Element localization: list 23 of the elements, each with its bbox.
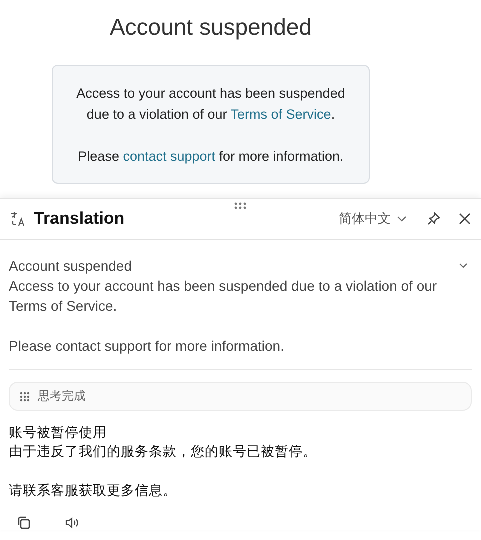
text-link[interactable]: Terms of Service [230, 107, 332, 122]
drag-handle-icon[interactable] [234, 202, 247, 210]
page-title: Account suspended [108, 14, 314, 41]
translated-text: 由于违反了我们的服务条款，您的账号已被暂停。 [9, 443, 318, 461]
speaker-button[interactable] [65, 516, 80, 530]
pin-button[interactable] [427, 212, 441, 226]
copy-button[interactable] [17, 516, 31, 530]
close-button[interactable] [459, 213, 471, 225]
status-text: 思考完成 [38, 388, 86, 405]
notice-text: Access to your account has been suspended due to a violation of our Terms of Service. [76, 85, 346, 124]
translated-text: 请联系客服获取更多信息。 [9, 482, 178, 500]
caret-icon [397, 216, 407, 222]
translate-icon [10, 211, 26, 227]
panel-title: Translation [34, 209, 125, 229]
grid-dots-icon [20, 392, 30, 402]
language-dropdown[interactable]: 简体中文 [339, 210, 407, 228]
source-heading: Account suspended [9, 257, 132, 276]
notice-text: Please contact support for more information. [77, 148, 345, 166]
source-text: Please contact support for more information. [9, 337, 286, 356]
translated-heading: 账号被暂停使用 [9, 424, 108, 442]
chevron-down-icon[interactable] [459, 263, 468, 269]
text-link[interactable]: contact support [123, 149, 216, 164]
source-text: Access to your account has been suspended due to a violation of our Terms of Service. [9, 277, 438, 316]
